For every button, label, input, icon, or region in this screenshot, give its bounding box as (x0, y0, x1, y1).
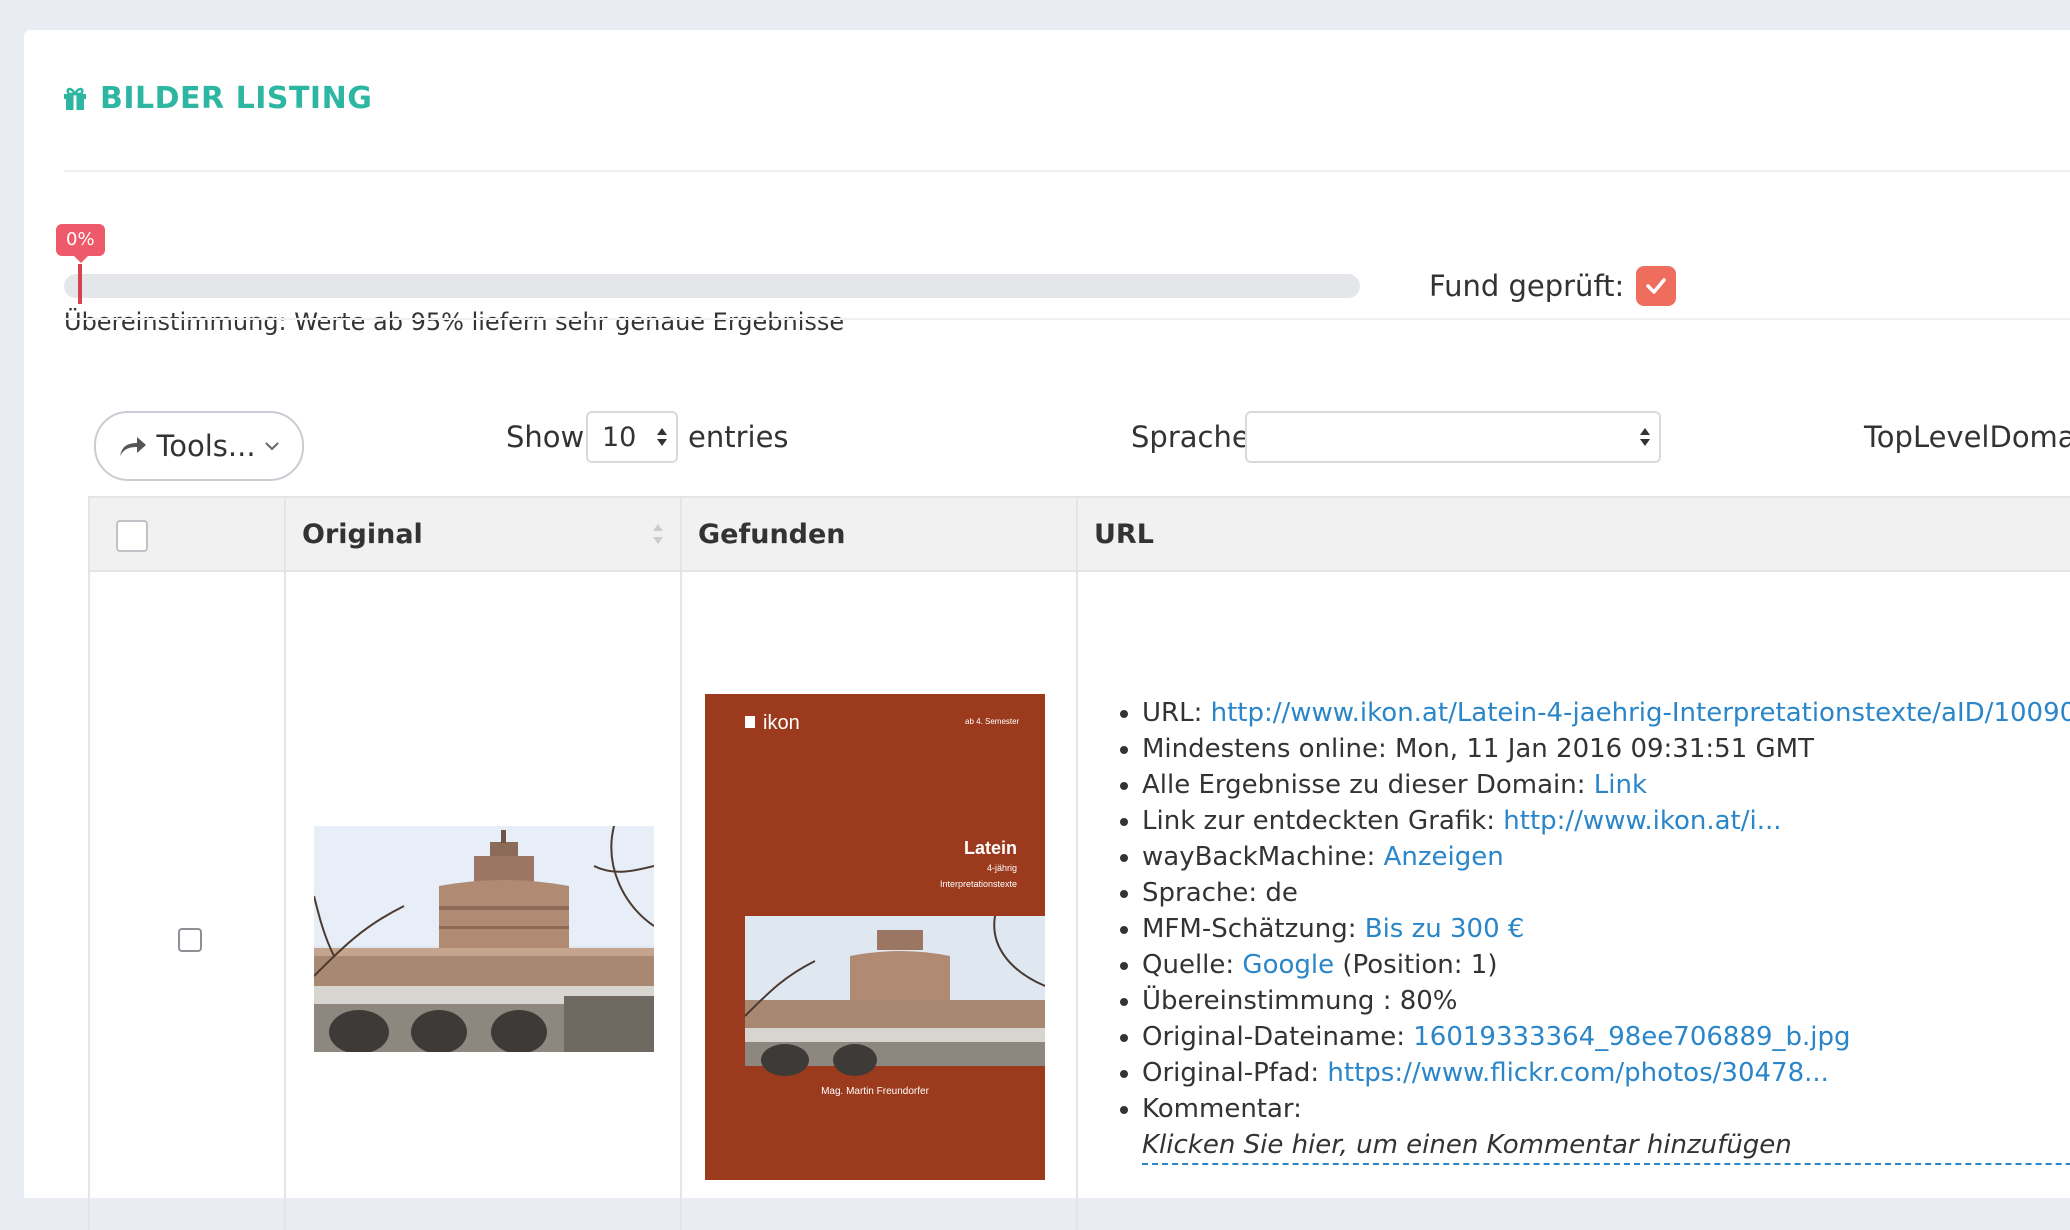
divider (64, 318, 2070, 320)
page-title: BILDER LISTING (62, 78, 372, 118)
listing-card: BILDER LISTING 0% Übereinstimmung: Werte… (24, 30, 2070, 1230)
detail-list: URL: http://www.ikon.at/Latein-4-jaehrig… (1116, 695, 2070, 1127)
detail-link[interactable]: 16019333364_98ee706889_b.jpg (1413, 1022, 1850, 1052)
found-image[interactable]: ikon ab 4. Semester Latein 4-jährig Inte… (705, 694, 1045, 1180)
table-header: Original Gefunden URL (90, 498, 2070, 572)
detail-label: Original-Dateiname: (1142, 1022, 1405, 1052)
detail-link[interactable]: https://www.flickr.com/photos/30478... (1327, 1058, 1828, 1088)
tools-dropdown-button[interactable]: Tools... (94, 411, 304, 481)
result-details: URL: http://www.ikon.at/Latein-4-jaehrig… (1116, 695, 2070, 1165)
match-slider-handle[interactable] (78, 264, 82, 304)
detail-link[interactable]: http://www.ikon.at/i... (1503, 806, 1781, 836)
detail-link[interactable]: Google (1242, 950, 1334, 980)
gift-icon (64, 87, 86, 110)
row-checkbox[interactable] (178, 928, 202, 952)
detail-item: Kommentar: (1142, 1091, 2070, 1127)
select-all-checkbox[interactable] (116, 520, 148, 552)
results-table: Original Gefunden URL ikon ab 4. Semeste… (88, 496, 2070, 1230)
column-header-gefunden[interactable]: Gefunden (682, 498, 1078, 570)
svg-text:Interpretationstexte: Interpretationstexte (940, 879, 1017, 889)
detail-label: Original-Pfad: (1142, 1058, 1320, 1088)
svg-text:Latein: Latein (964, 838, 1017, 858)
entries-label: entries (688, 420, 789, 454)
detail-label: Link zur entdeckten Grafik: (1142, 806, 1496, 836)
chevron-down-icon (264, 442, 279, 451)
detail-item: Quelle: Google (Position: 1) (1142, 947, 2070, 983)
column-header-original[interactable]: Original (286, 498, 682, 570)
fund-checked-label: Fund geprüft: (1429, 269, 1625, 303)
select-arrows-icon (657, 428, 667, 446)
detail-link[interactable]: Link (1594, 770, 1647, 800)
svg-text:ikon: ikon (763, 712, 800, 734)
divider (64, 170, 2070, 172)
tools-label: Tools... (156, 429, 256, 463)
page: BILDER LISTING 0% Übereinstimmung: Werte… (0, 0, 2070, 1230)
detail-label: Mindestens online: Mon, 11 Jan 2016 09:3… (1142, 734, 1814, 764)
show-label: Show (506, 420, 585, 454)
svg-text:4-jährig: 4-jährig (987, 863, 1017, 873)
fund-checked-checkbox[interactable] (1636, 266, 1677, 306)
detail-item: Übereinstimmung : 80% (1142, 983, 2070, 1019)
detail-item: URL: http://www.ikon.at/Latein-4-jaehrig… (1142, 695, 2070, 731)
detail-label: MFM-Schätzung: (1142, 914, 1357, 944)
svg-text:Mag. Martin Freundorfer: Mag. Martin Freundorfer (821, 1086, 929, 1097)
svg-text:ab 4. Semester: ab 4. Semester (965, 717, 1020, 726)
detail-item: Link zur entdeckten Grafik: http://www.i… (1142, 803, 2070, 839)
detail-item: Alle Ergebnisse zu dieser Domain: Link (1142, 767, 2070, 803)
entries-select-value: 10 (602, 421, 637, 453)
detail-label: Alle Ergebnisse zu dieser Domain: (1142, 770, 1586, 800)
page-title-text: BILDER LISTING (100, 80, 373, 116)
detail-item: Mindestens online: Mon, 11 Jan 2016 09:3… (1142, 731, 2070, 767)
column-divider (284, 498, 286, 1230)
tld-label: TopLevelDomain (1864, 420, 2070, 454)
checkmark-icon (1646, 278, 1667, 294)
comment-editable[interactable]: Klicken Sie hier, um einen Kommentar hin… (1142, 1127, 2070, 1165)
column-divider (1076, 498, 1078, 1230)
match-caption: Übereinstimmung: Werte ab 95% liefern se… (64, 308, 845, 336)
detail-link[interactable]: Bis zu 300 € (1365, 914, 1525, 944)
sprache-select[interactable] (1245, 411, 1661, 463)
detail-link[interactable]: http://www.ikon.at/Latein-4-jaehrig-Inte… (1211, 698, 2070, 728)
detail-item: MFM-Schätzung: Bis zu 300 € (1142, 911, 2070, 947)
detail-label: URL: (1142, 698, 1203, 728)
column-header-url[interactable]: URL (1078, 498, 2070, 570)
sprache-label: Sprache (1131, 420, 1250, 454)
sort-icon[interactable] (650, 518, 666, 550)
book-cover: ikon ab 4. Semester Latein 4-jährig Inte… (705, 694, 1045, 1180)
detail-label: Kommentar: (1142, 1094, 1302, 1124)
castle-photo (314, 826, 654, 1052)
detail-suffix: (Position: 1) (1342, 950, 1498, 980)
detail-item: Original-Dateiname: 16019333364_98ee7068… (1142, 1019, 2070, 1055)
detail-label: wayBackMachine: (1142, 842, 1376, 872)
detail-link[interactable]: Anzeigen (1384, 842, 1504, 872)
share-icon (120, 437, 147, 456)
detail-label: Übereinstimmung : 80% (1142, 986, 1458, 1016)
entries-select[interactable]: 10 (586, 411, 678, 463)
match-slider-track[interactable] (64, 274, 1360, 298)
match-percent-badge: 0% (56, 224, 105, 263)
detail-item: wayBackMachine: Anzeigen (1142, 839, 2070, 875)
select-arrows-icon (1640, 428, 1650, 446)
detail-item: Sprache: de (1142, 875, 2070, 911)
detail-label: Sprache: de (1142, 878, 1298, 908)
original-image[interactable] (314, 826, 654, 1052)
detail-label: Quelle: (1142, 950, 1235, 980)
detail-item: Original-Pfad: https://www.flickr.com/ph… (1142, 1055, 2070, 1091)
fund-checked-group: Fund geprüft: (1429, 266, 1677, 306)
column-divider (680, 498, 682, 1230)
